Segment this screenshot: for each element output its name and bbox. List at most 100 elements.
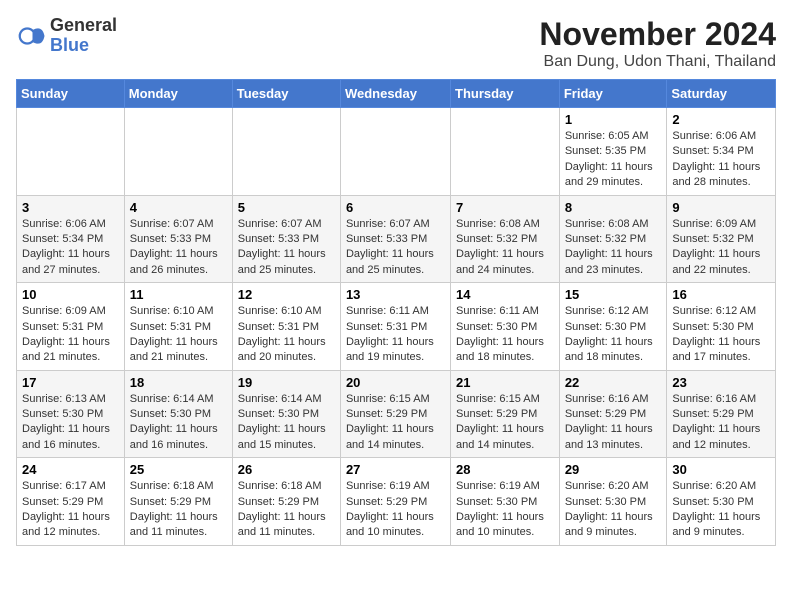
day-info: Sunrise: 6:12 AM Sunset: 5:30 PM Dayligh… [565,304,662,366]
logo-blue: Blue [50,36,117,56]
logo-text: General Blue [50,16,117,56]
calendar-day-cell [451,108,560,196]
day-number: 19 [238,375,335,390]
logo-general: General [50,16,117,36]
day-number: 6 [346,200,445,215]
calendar-day-cell: 7Sunrise: 6:08 AM Sunset: 5:32 PM Daylig… [451,195,560,283]
day-info: Sunrise: 6:20 AM Sunset: 5:30 PM Dayligh… [672,479,770,541]
day-info: Sunrise: 6:11 AM Sunset: 5:31 PM Dayligh… [346,304,445,366]
calendar-day-cell: 30 Sunrise: 6:20 AM Sunset: 5:30 PM Dayli… [667,458,776,546]
title-area: November 2024 Ban Dung, Udon Thani, Thai… [539,16,776,71]
location-title: Ban Dung, Udon Thani, Thailand [539,53,776,71]
day-number: 4 [130,200,227,215]
calendar-day-cell: 2 Sunrise: 6:06 AM Sunset: 5:34 PM Daylig… [667,108,776,196]
day-number: 21 [456,375,554,390]
day-info: Sunrise: 6:19 AM Sunset: 5:30 PM Dayligh… [456,479,554,541]
day-number: 22 [565,375,662,390]
calendar-day-cell: 6 Sunrise: 6:07 AM Sunset: 5:33 PM Daylig… [340,195,450,283]
calendar-day-cell: 21 Sunrise: 6:15 AM Sunset: 5:29 PM Dayli… [451,370,560,458]
calendar-week-row: 1Sunrise: 6:05 AM Sunset: 5:35 PM Daylig… [17,108,776,196]
calendar-day-header: Wednesday [340,80,450,108]
calendar-day-cell: 29Sunrise: 6:20 AM Sunset: 5:30 PM Dayli… [559,458,667,546]
calendar-week-row: 17 Sunrise: 6:13 AM Sunset: 5:30 PM Dayli… [17,370,776,458]
calendar-day-cell: 4 Sunrise: 6:07 AM Sunset: 5:33 PM Daylig… [124,195,232,283]
day-info: Sunrise: 6:10 AM Sunset: 5:31 PM Dayligh… [130,304,227,366]
day-info: Sunrise: 6:11 AM Sunset: 5:30 PM Dayligh… [456,304,554,366]
day-info: Sunrise: 6:05 AM Sunset: 5:35 PM Dayligh… [565,129,662,191]
calendar-day-cell: 25 Sunrise: 6:18 AM Sunset: 5:29 PM Dayli… [124,458,232,546]
day-info: Sunrise: 6:17 AM Sunset: 5:29 PM Dayligh… [22,479,119,541]
calendar-day-cell: 11 Sunrise: 6:10 AM Sunset: 5:31 PM Dayli… [124,283,232,371]
day-info: Sunrise: 6:18 AM Sunset: 5:29 PM Dayligh… [130,479,227,541]
day-info: Sunrise: 6:16 AM Sunset: 5:29 PM Dayligh… [672,392,770,454]
day-number: 13 [346,287,445,302]
calendar-day-cell: 28 Sunrise: 6:19 AM Sunset: 5:30 PM Dayli… [451,458,560,546]
calendar-day-cell: 27 Sunrise: 6:19 AM Sunset: 5:29 PM Dayli… [340,458,450,546]
day-number: 12 [238,287,335,302]
calendar-day-cell: 17 Sunrise: 6:13 AM Sunset: 5:30 PM Dayli… [17,370,125,458]
month-title: November 2024 [539,16,776,53]
day-number: 17 [22,375,119,390]
calendar-day-cell: 1Sunrise: 6:05 AM Sunset: 5:35 PM Daylig… [559,108,667,196]
day-info: Sunrise: 6:16 AM Sunset: 5:29 PM Dayligh… [565,392,662,454]
day-number: 11 [130,287,227,302]
day-number: 28 [456,462,554,477]
day-info: Sunrise: 6:13 AM Sunset: 5:30 PM Dayligh… [22,392,119,454]
day-number: 9 [672,200,770,215]
day-info: Sunrise: 6:15 AM Sunset: 5:29 PM Dayligh… [456,392,554,454]
day-info: Sunrise: 6:07 AM Sunset: 5:33 PM Dayligh… [346,217,445,279]
calendar-week-row: 3 Sunrise: 6:06 AM Sunset: 5:34 PM Daylig… [17,195,776,283]
day-info: Sunrise: 6:06 AM Sunset: 5:34 PM Dayligh… [672,129,770,191]
day-number: 24 [22,462,119,477]
calendar-day-header: Friday [559,80,667,108]
day-number: 16 [672,287,770,302]
day-number: 30 [672,462,770,477]
day-number: 18 [130,375,227,390]
calendar-day-cell: 8Sunrise: 6:08 AM Sunset: 5:32 PM Daylig… [559,195,667,283]
calendar-day-cell: 14 Sunrise: 6:11 AM Sunset: 5:30 PM Dayli… [451,283,560,371]
calendar-day-cell: 19Sunrise: 6:14 AM Sunset: 5:30 PM Dayli… [232,370,340,458]
calendar-day-cell [340,108,450,196]
logo-icon [16,21,46,51]
day-info: Sunrise: 6:07 AM Sunset: 5:33 PM Dayligh… [130,217,227,279]
calendar-day-cell: 22 Sunrise: 6:16 AM Sunset: 5:29 PM Dayli… [559,370,667,458]
calendar-day-cell: 5Sunrise: 6:07 AM Sunset: 5:33 PM Daylig… [232,195,340,283]
calendar-day-header: Saturday [667,80,776,108]
day-number: 15 [565,287,662,302]
day-number: 10 [22,287,119,302]
day-number: 27 [346,462,445,477]
calendar-week-row: 10Sunrise: 6:09 AM Sunset: 5:31 PM Dayli… [17,283,776,371]
logo: General Blue [16,16,117,56]
calendar-day-cell: 24 Sunrise: 6:17 AM Sunset: 5:29 PM Dayli… [17,458,125,546]
day-number: 5 [238,200,335,215]
day-info: Sunrise: 6:19 AM Sunset: 5:29 PM Dayligh… [346,479,445,541]
day-number: 29 [565,462,662,477]
day-info: Sunrise: 6:09 AM Sunset: 5:32 PM Dayligh… [672,217,770,279]
calendar-day-header: Thursday [451,80,560,108]
day-number: 26 [238,462,335,477]
day-info: Sunrise: 6:06 AM Sunset: 5:34 PM Dayligh… [22,217,119,279]
calendar-week-row: 24 Sunrise: 6:17 AM Sunset: 5:29 PM Dayli… [17,458,776,546]
day-number: 23 [672,375,770,390]
calendar-day-header: Monday [124,80,232,108]
calendar-day-cell: 3 Sunrise: 6:06 AM Sunset: 5:34 PM Daylig… [17,195,125,283]
day-number: 20 [346,375,445,390]
calendar-day-cell: 26 Sunrise: 6:18 AM Sunset: 5:29 PM Dayli… [232,458,340,546]
day-number: 8 [565,200,662,215]
day-number: 3 [22,200,119,215]
day-info: Sunrise: 6:14 AM Sunset: 5:30 PM Dayligh… [130,392,227,454]
day-number: 25 [130,462,227,477]
day-number: 2 [672,112,770,127]
calendar-day-cell: 15 Sunrise: 6:12 AM Sunset: 5:30 PM Dayli… [559,283,667,371]
calendar-day-cell: 9 Sunrise: 6:09 AM Sunset: 5:32 PM Daylig… [667,195,776,283]
day-number: 14 [456,287,554,302]
day-info: Sunrise: 6:18 AM Sunset: 5:29 PM Dayligh… [238,479,335,541]
calendar-day-cell: 20Sunrise: 6:15 AM Sunset: 5:29 PM Dayli… [340,370,450,458]
day-info: Sunrise: 6:12 AM Sunset: 5:30 PM Dayligh… [672,304,770,366]
calendar-day-cell: 12 Sunrise: 6:10 AM Sunset: 5:31 PM Dayli… [232,283,340,371]
calendar-day-cell [124,108,232,196]
calendar-day-cell: 16 Sunrise: 6:12 AM Sunset: 5:30 PM Dayli… [667,283,776,371]
calendar-day-cell [17,108,125,196]
calendar-day-cell: 18 Sunrise: 6:14 AM Sunset: 5:30 PM Dayli… [124,370,232,458]
day-info: Sunrise: 6:10 AM Sunset: 5:31 PM Dayligh… [238,304,335,366]
